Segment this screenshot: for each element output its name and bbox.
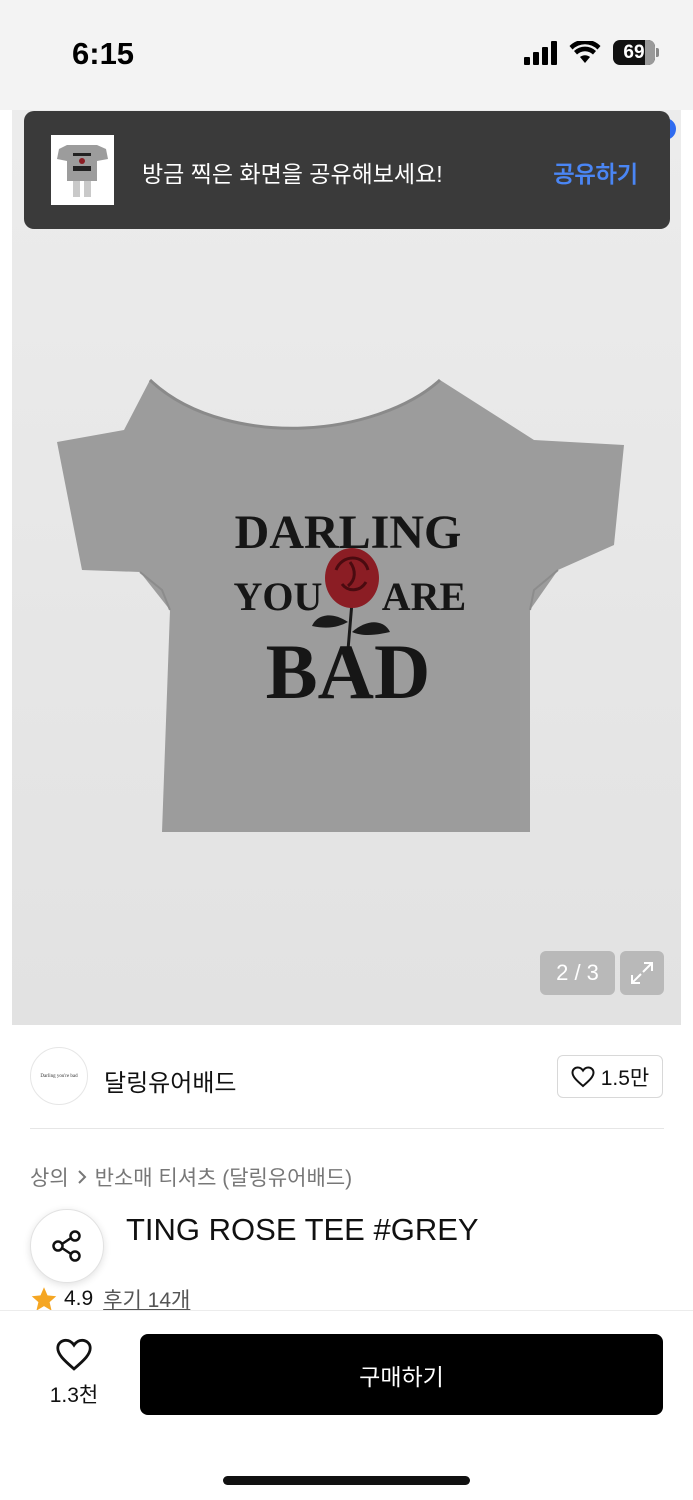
brand-like-count: 1.5만 [600,1066,650,1090]
share-icon [52,1230,81,1262]
battery-icon: 69 [613,40,659,65]
status-icons: 69 [524,40,659,65]
share-now-button[interactable]: 공유하기 [553,155,638,189]
brand-logo[interactable]: Darling you're bad [30,1047,88,1105]
fullscreen-button[interactable] [620,951,664,995]
buy-button[interactable]: 구매하기 [140,1334,663,1415]
share-button[interactable] [30,1209,104,1283]
heart-icon [56,1338,92,1371]
screenshot-thumbnail [51,135,114,205]
home-indicator[interactable] [223,1476,470,1485]
breadcrumb-category[interactable]: 상의 [30,1162,69,1192]
shirt-print-you: YOU [234,574,323,619]
product-image-carousel[interactable]: DARLING YOU ARE BAD [12,110,681,1025]
status-time: 6:15 [72,36,135,71]
wishlist-button[interactable]: 1.3천 [40,1338,108,1409]
star-icon [31,1286,57,1311]
brand-like-button[interactable]: 1.5만 [557,1055,663,1098]
brand-logo-text: Darling you're bad [40,1073,78,1079]
brand-name[interactable]: 달링유어배드 [104,1063,236,1098]
image-pager: 2 / 3 [540,951,615,995]
expand-icon [631,962,653,984]
rating-score: 4.9 [64,1287,94,1310]
battery-level: 69 [623,41,645,63]
cellular-signal-icon [524,40,557,65]
heart-icon [571,1065,595,1087]
divider [30,1128,664,1129]
screenshot-share-toast[interactable]: 방금 찍은 화면을 공유해보세요! 공유하기 [24,111,670,229]
product-title-text: TING ROSE TEE #GREY [126,1212,479,1247]
wifi-icon [569,40,601,63]
shirt-print-bad: BAD [266,628,431,715]
breadcrumb-subcategory[interactable]: 반소매 티셔츠 (달링유어배드) [95,1162,353,1192]
toast-message: 방금 찍은 화면을 공유해보세요! [142,161,443,187]
chevron-right-icon [77,1170,87,1184]
breadcrumb: 상의 반소매 티셔츠 (달링유어배드) [30,1162,352,1192]
status-bar: 6:15 69 [0,0,693,110]
wishlist-count: 1.3천 [49,1384,99,1407]
shirt-print-are: ARE [382,574,466,619]
product-image: DARLING YOU ARE BAD [57,378,624,832]
